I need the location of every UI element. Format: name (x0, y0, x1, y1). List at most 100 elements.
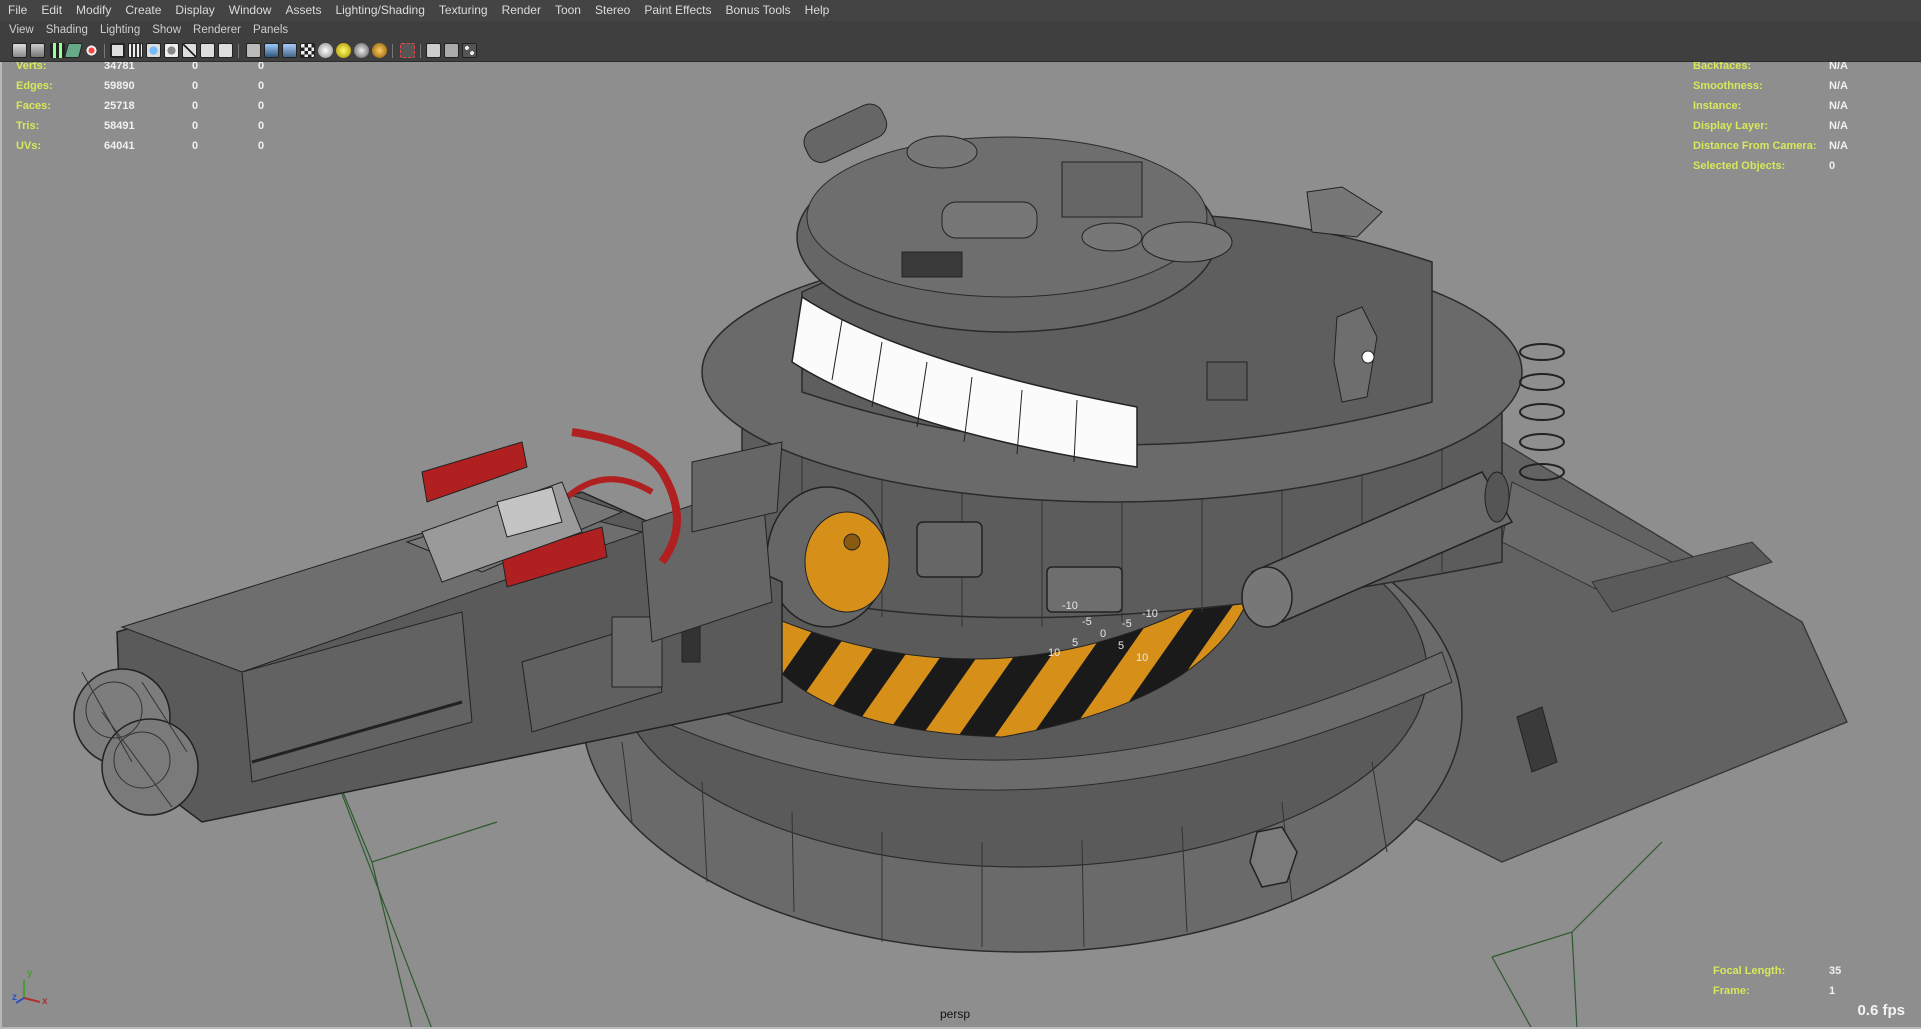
isolate-select-icon[interactable] (400, 43, 415, 58)
bookmark-icon[interactable] (50, 43, 65, 58)
default-lighting-icon[interactable] (372, 43, 387, 58)
hud-value: N/A (1829, 100, 1848, 112)
side-vent (1206, 361, 1248, 401)
select-camera-icon[interactable] (12, 43, 27, 58)
node-graph-icon[interactable] (462, 43, 477, 58)
hud-label: Backfaces: (1693, 62, 1752, 72)
poly-count-hud: Verts: 34781 0 0 Edges: 59890 0 0 Faces:… (16, 62, 276, 152)
text-icon[interactable] (218, 43, 233, 58)
camera-name: persp (940, 1007, 971, 1021)
resolution-gate-icon[interactable] (128, 43, 143, 58)
hud-value: 58491 (104, 120, 135, 132)
hud-label: Verts: (16, 62, 47, 72)
menu-create[interactable]: Create (118, 0, 168, 21)
object-details-hud: Backfaces: N/A Smoothness: N/A Instance:… (1693, 62, 1893, 172)
smooth-shade-icon[interactable] (264, 43, 279, 58)
hud-value: N/A (1829, 140, 1848, 152)
grid-2d-icon[interactable] (84, 43, 99, 58)
perspective-viewport[interactable]: -10 -5 0 5 10 -10 -5 5 10 Verts: 34781 0… (0, 62, 1921, 1029)
lock-camera-icon[interactable] (30, 43, 45, 58)
hud-label: Faces: (16, 100, 51, 112)
menu-edit[interactable]: Edit (34, 0, 69, 21)
hud-value: 59890 (104, 80, 135, 92)
hud-value: 1 (1829, 985, 1836, 997)
safe-title-icon[interactable] (200, 43, 215, 58)
use-lights-icon[interactable] (318, 43, 333, 58)
frame-selection-icon[interactable] (444, 43, 459, 58)
hud-label: Focal Length: (1713, 965, 1786, 977)
menu-toon[interactable]: Toon (548, 0, 588, 21)
hud-label: Selected Objects: (1693, 160, 1786, 172)
hatch-circle (906, 135, 978, 169)
hud-value: 0 (192, 140, 199, 152)
menu-stereo[interactable]: Stereo (588, 0, 637, 21)
menu-file[interactable]: File (0, 0, 34, 21)
manip-label: -5 (1082, 616, 1092, 628)
hud-label: Distance From Camera: (1693, 140, 1817, 152)
hud-value: 0 (258, 120, 265, 132)
panel-menu-view[interactable]: View (0, 21, 40, 40)
hud-value: N/A (1829, 62, 1848, 72)
axis-x-label: x (42, 996, 48, 1007)
hud-value: N/A (1829, 120, 1848, 132)
menu-texturing[interactable]: Texturing (432, 0, 495, 21)
menu-assets[interactable]: Assets (278, 0, 328, 21)
grid-icon[interactable] (426, 43, 441, 58)
panel-menu-bar: View Shading Lighting Show Renderer Pane… (0, 21, 1921, 40)
textured-icon[interactable] (300, 43, 315, 58)
hud-value: 0 (1829, 160, 1836, 172)
panel-menu-lighting[interactable]: Lighting (94, 21, 146, 40)
axis-z-label: z (12, 992, 17, 1003)
panel-menu-renderer[interactable]: Renderer (187, 21, 247, 40)
menu-paint-effects[interactable]: Paint Effects (637, 0, 718, 21)
manip-label: 10 (1136, 652, 1149, 664)
hud-value: 25718 (104, 100, 135, 112)
manip-label: 10 (1048, 647, 1061, 659)
safe-action-icon[interactable] (182, 43, 197, 58)
manip-label: 5 (1118, 640, 1125, 652)
panel-menu-shading[interactable]: Shading (40, 21, 94, 40)
manip-label: 0 (1100, 628, 1107, 640)
image-plane-icon[interactable] (63, 43, 84, 58)
menu-bonus-tools[interactable]: Bonus Tools (719, 0, 798, 21)
side-lamp-light (1361, 350, 1375, 364)
top-vent (901, 251, 963, 278)
xray-icon[interactable] (354, 43, 369, 58)
hud-value: 0 (192, 62, 199, 72)
hud-label: Edges: (16, 80, 53, 92)
panel-menu-panels[interactable]: Panels (247, 21, 294, 40)
maya-window: File Edit Modify Create Display Window A… (0, 0, 1921, 1029)
hud-label: Smoothness: (1693, 80, 1763, 92)
axis-y-label: y (27, 968, 33, 979)
hud-label: UVs: (16, 140, 42, 152)
gate-mask-icon[interactable] (146, 43, 161, 58)
field-chart-icon[interactable] (164, 43, 179, 58)
menu-render[interactable]: Render (495, 0, 548, 21)
camera-info-hud: Focal Length: 35 Frame: 1 (1713, 964, 1853, 1000)
view-axis-gizmo: y z x (12, 968, 52, 1010)
menu-lighting-shading[interactable]: Lighting/Shading (328, 0, 431, 21)
hud-value: 0 (192, 120, 199, 132)
hud-value: 0 (258, 100, 265, 112)
main-menu-bar: File Edit Modify Create Display Window A… (0, 0, 1921, 22)
menu-help[interactable]: Help (798, 0, 837, 21)
panel-menu-show[interactable]: Show (146, 21, 187, 40)
turret-model[interactable] (2, 62, 1921, 1029)
shadows-icon[interactable] (336, 43, 351, 58)
hud-value: 0 (258, 80, 265, 92)
menu-window[interactable]: Window (222, 0, 279, 21)
hinge-joint (766, 486, 890, 628)
menu-display[interactable]: Display (168, 0, 221, 21)
top-port (1141, 221, 1233, 263)
hud-value: N/A (1829, 80, 1848, 92)
wireframe-on-shaded-icon[interactable] (282, 43, 297, 58)
hud-value: 64041 (104, 140, 135, 152)
wireframe-icon[interactable] (246, 43, 261, 58)
manip-label: 5 (1072, 637, 1079, 649)
film-gate-icon[interactable] (110, 43, 125, 58)
hud-value: 0 (258, 140, 265, 152)
top-plate (1306, 186, 1383, 238)
body-plate (1046, 566, 1123, 613)
menu-modify[interactable]: Modify (69, 0, 118, 21)
manip-label: -10 (1142, 608, 1158, 620)
